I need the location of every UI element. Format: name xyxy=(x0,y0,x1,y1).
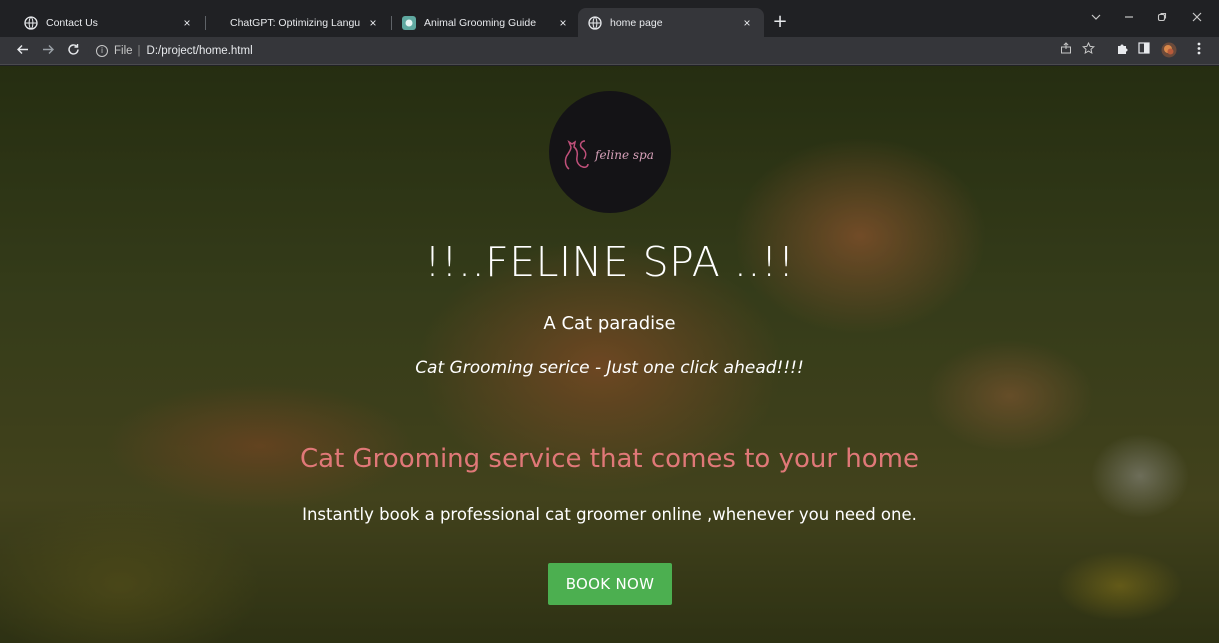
extensions-puzzle-icon[interactable] xyxy=(1113,42,1131,60)
logo-wordmark: feline spa xyxy=(594,148,654,162)
address-scheme: File xyxy=(114,45,133,57)
restore-icon[interactable] xyxy=(1151,8,1173,30)
close-icon[interactable]: × xyxy=(180,16,194,30)
side-panel-icon[interactable] xyxy=(1135,42,1153,60)
service-heading: Cat Grooming service that comes to your … xyxy=(299,444,920,474)
tab-home-page[interactable]: home page × xyxy=(578,8,764,37)
service-description: Instantly book a professional cat groome… xyxy=(302,505,917,524)
bookmark-star-icon[interactable] xyxy=(1079,41,1097,60)
cat-logo-icon: feline spa xyxy=(564,140,654,170)
tab-title: home page xyxy=(610,16,663,29)
globe-icon xyxy=(588,15,602,30)
back-icon[interactable] xyxy=(12,41,32,61)
close-icon[interactable]: × xyxy=(556,16,570,30)
tab-title: Contact Us xyxy=(46,16,98,29)
grooming-favicon-icon xyxy=(402,15,416,30)
tab-divider xyxy=(205,16,206,30)
site-info-icon[interactable]: i xyxy=(96,45,108,57)
tab-search-icon[interactable] xyxy=(1085,8,1107,30)
new-tab-button[interactable]: + xyxy=(770,12,790,32)
hero-section: feline spa !!..FELINE SPA ..!! A Cat par… xyxy=(0,66,1219,643)
close-window-icon[interactable] xyxy=(1186,8,1208,30)
tab-title: Animal Grooming Guide xyxy=(424,16,537,29)
profile-avatar[interactable] xyxy=(1160,42,1178,60)
menu-kebab-icon[interactable] xyxy=(1190,42,1208,60)
close-icon[interactable]: × xyxy=(366,16,380,30)
book-now-button[interactable]: BOOK NOW xyxy=(548,563,672,605)
page-subtitle: A Cat paradise xyxy=(543,313,676,334)
browser-toolbar: i File | D:/project/home.html xyxy=(0,37,1219,65)
tab-animal-grooming[interactable]: Animal Grooming Guide × xyxy=(392,8,580,37)
reload-icon[interactable] xyxy=(63,41,83,61)
globe-icon xyxy=(24,15,38,30)
share-icon[interactable] xyxy=(1057,42,1075,60)
tab-chatgpt[interactable]: ChatGPT: Optimizing Language M × xyxy=(210,8,390,37)
close-icon[interactable]: × xyxy=(740,16,754,30)
feline-spa-logo: feline spa xyxy=(549,91,671,213)
address-separator: | xyxy=(137,45,141,57)
address-url[interactable]: D:/project/home.html xyxy=(147,45,253,57)
browser-tab-strip: Contact Us × ChatGPT: Optimizing Languag… xyxy=(0,0,1219,37)
page-title: !!..FELINE SPA ..!! xyxy=(424,238,795,286)
forward-icon[interactable] xyxy=(38,41,58,61)
tab-contact-us[interactable]: Contact Us × xyxy=(14,8,204,37)
address-bar[interactable]: i File | D:/project/home.html xyxy=(88,40,1113,62)
minimize-icon[interactable] xyxy=(1118,8,1140,30)
page-tagline: Cat Grooming serice - Just one click ahe… xyxy=(415,358,804,378)
tab-title: ChatGPT: Optimizing Language M xyxy=(230,16,360,29)
